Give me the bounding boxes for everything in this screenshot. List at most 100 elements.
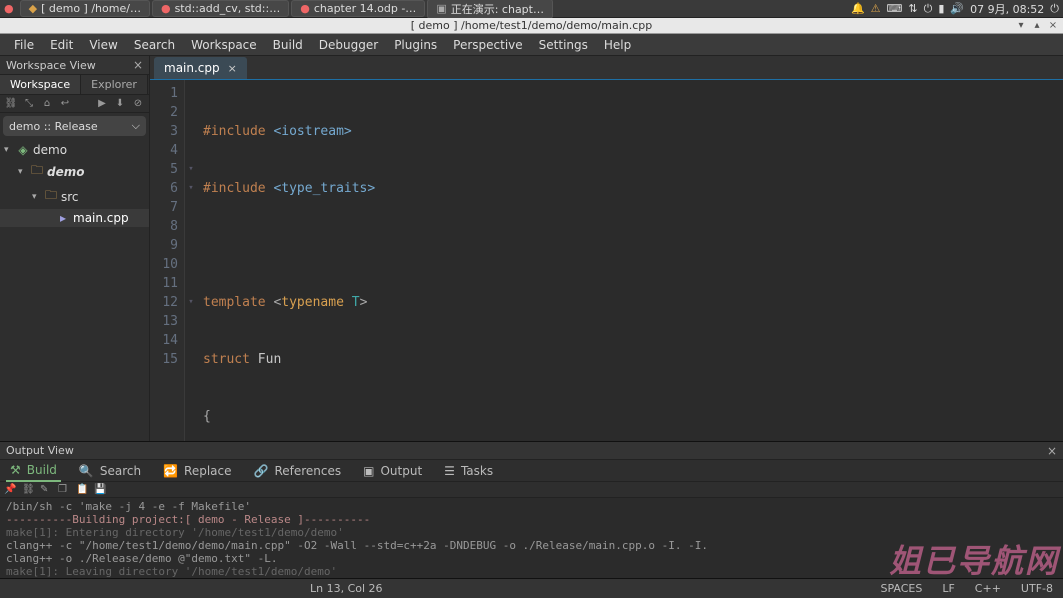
menu-build[interactable]: Build	[265, 35, 311, 55]
taskbar-item-3[interactable]: ▣正在演示: chapt…	[427, 0, 553, 19]
volume-icon[interactable]: 🔊	[950, 2, 964, 15]
tasks-icon: ☰	[444, 464, 455, 478]
editor-tab-bar: main.cpp ×	[150, 56, 1063, 80]
output-close-icon[interactable]: ×	[1047, 444, 1057, 458]
link-icon[interactable]: ⛓	[4, 97, 18, 111]
sidebar-close-icon[interactable]: ×	[133, 58, 143, 72]
build-icon[interactable]: ⬇	[113, 97, 127, 111]
editor-pane: main.cpp × 123456789101112131415 ▾▾▾ #in…	[150, 56, 1063, 441]
sidebar-title: Workspace View	[6, 59, 96, 72]
sidebar-tab-explorer[interactable]: Explorer	[81, 75, 148, 94]
folder-icon: 🗀	[30, 161, 44, 182]
taskbar-label: [ demo ] /home/…	[41, 2, 141, 15]
cpp-file-icon: ▸	[56, 211, 70, 225]
status-lang[interactable]: C++	[975, 582, 1001, 595]
output-tab-build[interactable]: ⚒Build	[6, 460, 61, 482]
menu-search[interactable]: Search	[126, 35, 183, 55]
paste-icon[interactable]: 📋	[76, 484, 88, 496]
stop-icon[interactable]: ⊘	[131, 97, 145, 111]
workspace-sidebar: Workspace View × Workspace Explorer ⛓ ⤡ …	[0, 56, 150, 441]
workspace-config-label: demo :: Release	[9, 120, 98, 133]
taskbar-label: std::add_cv, std::…	[175, 2, 281, 15]
menu-help[interactable]: Help	[596, 35, 639, 55]
keyboard-icon[interactable]: ⌨	[887, 2, 903, 15]
clear-icon[interactable]: ✎	[40, 484, 52, 496]
menu-workspace[interactable]: Workspace	[183, 35, 265, 55]
menu-plugins[interactable]: Plugins	[386, 35, 445, 55]
apps-icon[interactable]: ●	[4, 2, 14, 15]
run-icon[interactable]: ▶	[95, 97, 109, 111]
status-encoding[interactable]: UTF-8	[1021, 582, 1053, 595]
sidebar-tabs: Workspace Explorer	[0, 75, 149, 95]
tree-node-demo[interactable]: ▾🗀demo	[0, 159, 149, 184]
tree-label: main.cpp	[73, 211, 129, 225]
collapse-icon[interactable]: ⤡	[22, 97, 36, 111]
console-line: make[1]: Entering directory '/home/test1…	[6, 526, 1057, 539]
output-tabs: ⚒Build 🔍Search 🔁Replace 🔗References ▣Out…	[0, 460, 1063, 482]
taskbar-label: 正在演示: chapt…	[451, 1, 544, 17]
hammer-icon: ⚒	[10, 463, 21, 477]
sidebar-header: Workspace View ×	[0, 56, 149, 75]
menu-view[interactable]: View	[81, 35, 125, 55]
workspace-config-select[interactable]: demo :: Release ⌵	[3, 116, 146, 136]
menu-debugger[interactable]: Debugger	[311, 35, 386, 55]
sidebar-toolbar: ⛓ ⤡ ⌂ ↩ ▶ ⬇ ⊘	[0, 95, 149, 113]
output-tab-replace[interactable]: 🔁Replace	[159, 461, 235, 481]
build-console[interactable]: /bin/sh -c 'make -j 4 -e -f Makefile' --…	[0, 498, 1063, 578]
menu-perspective[interactable]: Perspective	[445, 35, 531, 55]
editor-tab-maincpp[interactable]: main.cpp ×	[154, 57, 247, 79]
chevron-down-icon: ⌵	[132, 119, 140, 133]
power-icon[interactable]: ⏻	[924, 2, 933, 16]
status-eol[interactable]: LF	[942, 582, 954, 595]
tree-node-src[interactable]: ▾🗀src	[0, 184, 149, 209]
code-editor[interactable]: 123456789101112131415 ▾▾▾ #include <iost…	[150, 80, 1063, 441]
link2-icon[interactable]: ⛓	[22, 484, 34, 496]
sidebar-tab-workspace[interactable]: Workspace	[0, 75, 81, 94]
tree-node-root[interactable]: ▾◈demo	[0, 141, 149, 159]
warning-icon[interactable]: ⚠	[871, 2, 881, 15]
menu-bar: File Edit View Search Workspace Build De…	[0, 34, 1063, 56]
editor-tab-label: main.cpp	[164, 61, 220, 75]
user-icon[interactable]: ⏻	[1050, 2, 1059, 16]
menu-file[interactable]: File	[6, 35, 42, 55]
system-panel: ● ◆[ demo ] /home/… ●std::add_cv, std::……	[0, 0, 1063, 18]
output-tab-tasks[interactable]: ☰Tasks	[440, 461, 497, 481]
bell-icon[interactable]: 🔔	[851, 2, 865, 15]
tab-close-icon[interactable]: ×	[228, 62, 237, 75]
pin-icon[interactable]: 📌	[4, 484, 16, 496]
system-tray: 🔔 ⚠ ⌨ ⇅ ⏻ ▮ 🔊 07 9月, 08:52 ⏻	[851, 1, 1059, 17]
output-view-title: Output View	[6, 444, 74, 457]
line-gutter: 123456789101112131415	[150, 80, 185, 441]
status-bar: Ln 13, Col 26 SPACES LF C++ UTF-8	[0, 578, 1063, 598]
status-indent[interactable]: SPACES	[880, 582, 922, 595]
copy-icon[interactable]: ❐	[58, 484, 70, 496]
clock[interactable]: 07 9月, 08:52	[970, 1, 1044, 17]
maximize-button[interactable]: ▴	[1031, 20, 1043, 32]
minimize-button[interactable]: ▾	[1015, 20, 1027, 32]
wifi-icon[interactable]: ⇅	[908, 2, 917, 15]
editor-scrollbar[interactable]	[1049, 80, 1063, 441]
search-icon: 🔍	[79, 464, 94, 478]
folder-icon: 🗀	[44, 186, 58, 207]
battery-icon[interactable]: ▮	[938, 2, 944, 15]
taskbar-item-1[interactable]: ●std::add_cv, std::…	[152, 0, 289, 17]
window-titlebar: [ demo ] /home/test1/demo/demo/main.cpp …	[0, 18, 1063, 34]
close-button[interactable]: ×	[1047, 20, 1059, 32]
output-tab-search[interactable]: 🔍Search	[75, 461, 145, 481]
taskbar-item-0[interactable]: ◆[ demo ] /home/…	[20, 0, 150, 17]
home-icon[interactable]: ⌂	[40, 97, 54, 111]
tree-node-maincpp[interactable]: ▸main.cpp	[0, 209, 149, 227]
tree-label: demo	[33, 143, 67, 157]
output-tab-output[interactable]: ▣Output	[359, 461, 426, 481]
menu-settings[interactable]: Settings	[531, 35, 596, 55]
console-line: ----------Building project:[ demo - Rele…	[6, 513, 1057, 526]
status-position[interactable]: Ln 13, Col 26	[310, 582, 383, 595]
references-icon: 🔗	[254, 464, 269, 478]
code-area[interactable]: #include <iostream> #include <type_trait…	[197, 80, 1049, 441]
output-tab-references[interactable]: 🔗References	[250, 461, 346, 481]
taskbar-item-2[interactable]: ●chapter 14.odp -…	[291, 0, 425, 17]
save-icon[interactable]: 💾	[94, 484, 106, 496]
console-line: clang++ -c "/home/test1/demo/demo/main.c…	[6, 539, 1057, 552]
menu-edit[interactable]: Edit	[42, 35, 81, 55]
goto-icon[interactable]: ↩	[58, 97, 72, 111]
